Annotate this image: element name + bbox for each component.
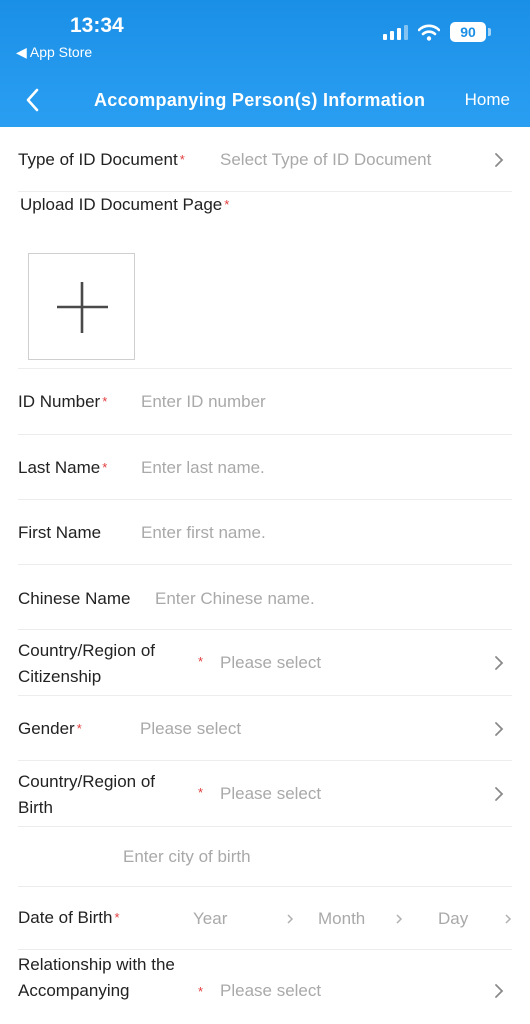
- chevron-right-icon: [495, 153, 504, 167]
- chinese-name-label: Chinese Name: [18, 589, 131, 608]
- home-button[interactable]: Home: [465, 90, 510, 110]
- gender-label: Gender *: [18, 719, 82, 738]
- dob-day-select[interactable]: Day: [438, 906, 468, 932]
- gender-select[interactable]: Please select: [140, 716, 241, 742]
- birth-country-row[interactable]: Country/Region of Birth * Please select: [18, 761, 512, 827]
- relationship-row[interactable]: Relationship with the Accompanying * Ple…: [18, 950, 512, 1024]
- required-marker: *: [198, 654, 204, 669]
- birth-country-label-line2: Birth: [18, 798, 53, 817]
- status-indicators: 90: [383, 22, 491, 42]
- last-name-row: Last Name * Enter last name.: [18, 435, 512, 500]
- dob-month-select[interactable]: Month: [318, 906, 365, 932]
- chevron-right-icon: [495, 984, 504, 998]
- citizenship-label-line2: Citizenship: [18, 667, 102, 686]
- dob-row: Date of Birth * Year Month Day: [18, 887, 512, 950]
- citizenship-row[interactable]: Country/Region of Citizenship * Please s…: [18, 630, 512, 696]
- plus-icon: [57, 282, 108, 333]
- last-name-label: Last Name *: [18, 458, 108, 477]
- chevron-right-icon: [495, 656, 504, 670]
- chevron-right-icon: [495, 787, 504, 801]
- dob-year-select[interactable]: Year: [193, 906, 227, 932]
- first-name-input[interactable]: Enter first name.: [141, 520, 266, 546]
- back-to-app-store-link[interactable]: ◀ App Store: [16, 44, 92, 61]
- relationship-label-line1: Relationship with the: [18, 955, 175, 974]
- birth-city-row: Enter city of birth: [18, 827, 512, 887]
- first-name-label: First Name: [18, 523, 102, 542]
- required-marker: *: [198, 785, 204, 800]
- relationship-select[interactable]: Please select: [220, 978, 321, 1004]
- required-marker: *: [198, 984, 204, 999]
- chevron-left-icon[interactable]: [20, 84, 46, 116]
- id-number-label: ID Number *: [18, 392, 108, 411]
- birth-country-label-line1: Country/Region of: [18, 772, 156, 791]
- id-type-row[interactable]: Type of ID Document * Select Type of ID D…: [18, 127, 512, 192]
- chevron-right-icon: [505, 914, 512, 924]
- dob-label: Date of Birth *: [18, 908, 120, 927]
- last-name-input[interactable]: Enter last name.: [141, 455, 265, 481]
- id-number-input[interactable]: Enter ID number: [141, 389, 266, 415]
- first-name-row: First Name Enter first name.: [18, 500, 512, 565]
- citizenship-label-line1: Country/Region of: [18, 641, 156, 660]
- wifi-icon: [418, 24, 440, 41]
- chevron-right-icon: [287, 914, 294, 924]
- chinese-name-input[interactable]: Enter Chinese name.: [155, 586, 315, 612]
- chevron-right-icon: [495, 722, 504, 736]
- app-header: 13:34 ◀ App Store 90 Accompanying Person…: [0, 0, 530, 127]
- id-type-select[interactable]: Select Type of ID Document: [220, 147, 431, 173]
- status-time: 13:34: [70, 14, 124, 37]
- chevron-right-icon: [396, 914, 403, 924]
- battery-icon: 90: [450, 22, 491, 42]
- id-type-label: Type of ID Document *: [18, 150, 185, 169]
- page-title: Accompanying Person(s) Information: [94, 90, 426, 110]
- birth-country-select[interactable]: Please select: [220, 781, 321, 807]
- cellular-signal-icon: [383, 24, 408, 40]
- birth-city-input[interactable]: Enter city of birth: [123, 844, 251, 870]
- upload-label: Upload ID Document Page *: [20, 195, 230, 214]
- upload-id-page-button[interactable]: [28, 253, 135, 360]
- id-number-row: ID Number * Enter ID number: [18, 369, 512, 435]
- citizenship-select[interactable]: Please select: [220, 650, 321, 676]
- chinese-name-row: Chinese Name Enter Chinese name.: [18, 565, 512, 630]
- relationship-label-line2: Accompanying: [18, 981, 130, 1000]
- gender-row[interactable]: Gender * Please select: [18, 696, 512, 761]
